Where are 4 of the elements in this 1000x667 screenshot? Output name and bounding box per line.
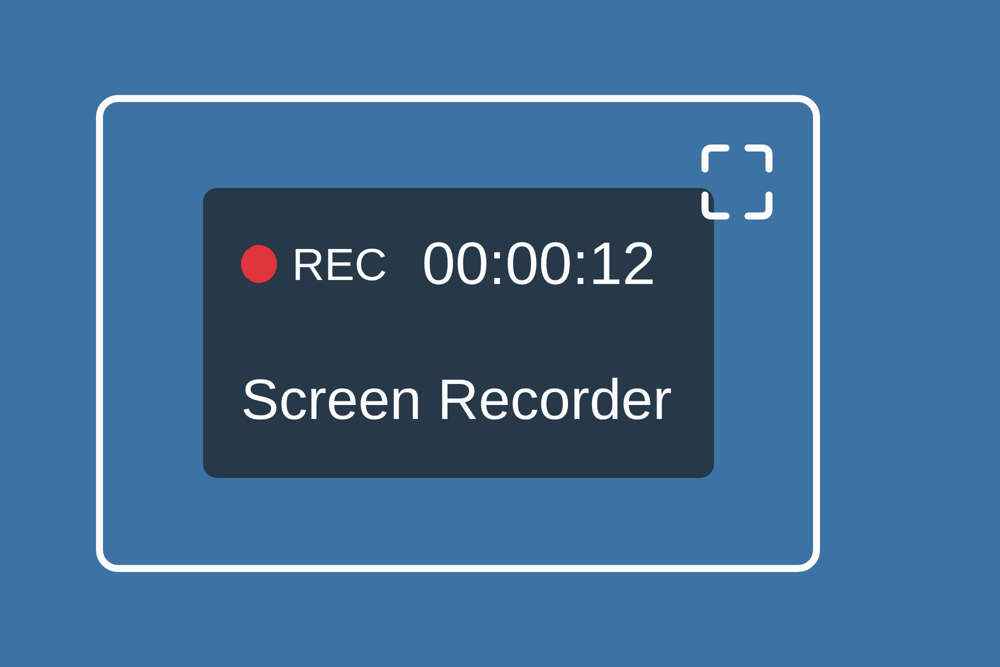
elapsed-time: 00:00:12 [422, 234, 656, 294]
fullscreen-icon[interactable] [701, 144, 773, 220]
rec-label: REC [292, 242, 388, 286]
app-title: Screen Recorder [241, 372, 673, 429]
